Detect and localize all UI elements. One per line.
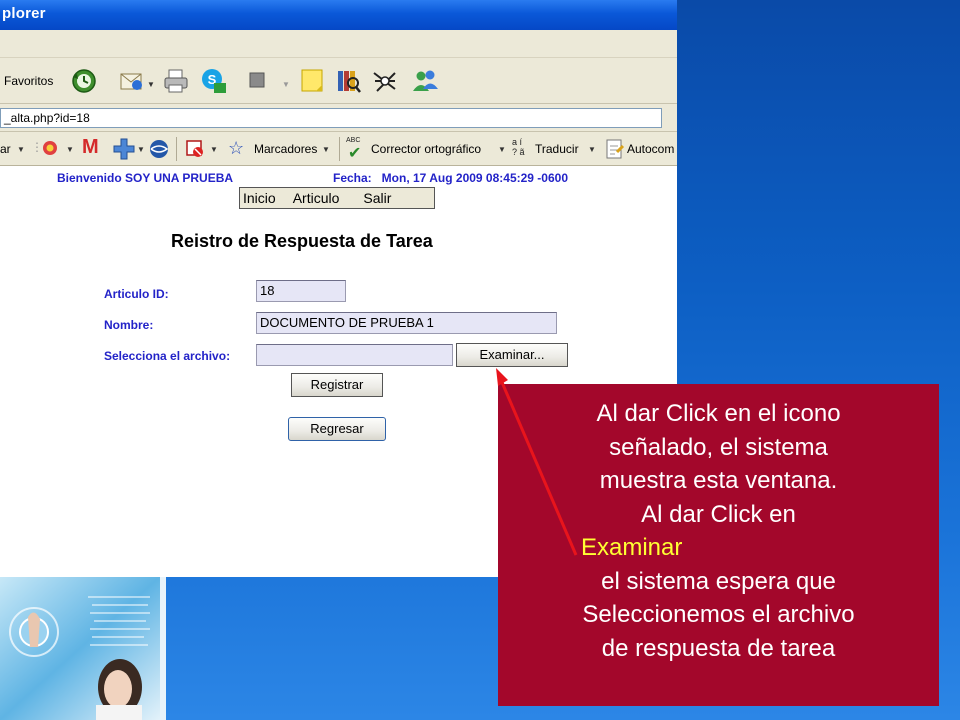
- translate-icon: a í ? ã: [512, 137, 525, 157]
- address-bar: _alta.php?id=18: [0, 104, 677, 132]
- research-icon[interactable]: [335, 67, 361, 93]
- callout-line: Al dar Click en: [641, 500, 796, 528]
- address-input[interactable]: _alta.php?id=18: [0, 108, 662, 128]
- gmail-icon[interactable]: M: [82, 136, 99, 159]
- file-path-input[interactable]: [256, 344, 453, 366]
- google-toolbar: ar ▼ ⋮ ▼ M ▼ ▼ ☆ Marcadores ▼ ABC ✔ Corr…: [0, 132, 677, 166]
- nombre-field[interactable]: DOCUMENTO DE PRUEBA 1: [256, 312, 557, 334]
- translate-button[interactable]: Traducir: [535, 142, 579, 156]
- callout-line: Al dar Click en el icono: [596, 400, 841, 427]
- page-title: Reistro de Respuesta de Tarea: [171, 231, 433, 251]
- browse-button[interactable]: Examinar...: [456, 343, 568, 367]
- articulo-id-field[interactable]: 18: [256, 280, 346, 302]
- globe-icon[interactable]: [148, 138, 170, 160]
- bookmarks-button[interactable]: Marcadores: [254, 142, 317, 156]
- callout-line: Seleccionemos el archivo: [582, 601, 855, 628]
- chevron-down-icon[interactable]: ▼: [17, 145, 25, 154]
- nav-menu: Inicio Articulo Salir: [239, 187, 435, 209]
- print-icon[interactable]: [162, 67, 188, 93]
- callout-box: Al dar Click en el icono señalado, el si…: [498, 384, 939, 706]
- autofill-button[interactable]: Autocom: [627, 142, 674, 156]
- chevron-down-icon[interactable]: ▼: [66, 145, 74, 154]
- chevron-down-icon[interactable]: ▼: [147, 80, 155, 89]
- toolbar-button-cut[interactable]: ar: [0, 142, 11, 156]
- chevron-down-icon[interactable]: ▼: [137, 145, 145, 154]
- history-icon[interactable]: [70, 67, 96, 93]
- lens-icon[interactable]: [40, 138, 62, 160]
- checkmark-icon: ✔: [348, 145, 362, 162]
- back-button[interactable]: Regresar: [288, 417, 386, 441]
- messenger-icon[interactable]: [371, 67, 397, 93]
- photo-border: [160, 577, 166, 720]
- callout-highlight: Examinar: [498, 531, 939, 565]
- toolbar-separator: [176, 137, 177, 161]
- callout-line: señalado, el sistema: [609, 433, 828, 461]
- menu-bar: [0, 30, 677, 58]
- window-titlebar: plorer: [0, 0, 677, 30]
- mail-icon[interactable]: [118, 67, 144, 93]
- chevron-down-icon: ▼: [282, 80, 290, 89]
- spellcheck-button[interactable]: Corrector ortográfico: [371, 142, 481, 156]
- stop-icon[interactable]: [246, 69, 272, 95]
- callout-line: muestra esta ventana.: [599, 467, 838, 494]
- chevron-down-icon[interactable]: ▼: [588, 145, 596, 154]
- date-text: Fecha: Mon, 17 Aug 2009 08:45:29 -0600: [333, 171, 568, 185]
- decorative-photo: [0, 577, 160, 720]
- articulo-id-label: Articulo ID:: [104, 287, 169, 301]
- notes-icon[interactable]: [299, 67, 325, 93]
- users-icon[interactable]: [411, 67, 438, 93]
- skype-icon[interactable]: S: [200, 67, 226, 93]
- callout-line: el sistema espera que: [601, 567, 836, 595]
- favorites-button[interactable]: Favoritos: [4, 74, 53, 88]
- nav-item-inicio[interactable]: Inicio: [243, 190, 276, 206]
- toolbar-separator: [339, 137, 340, 161]
- star-icon[interactable]: ☆: [228, 138, 244, 159]
- chevron-down-icon[interactable]: ▼: [322, 145, 330, 154]
- standard-toolbar: Favoritos ▼ S ▼: [0, 58, 677, 104]
- add-icon[interactable]: [112, 137, 136, 161]
- callout-highlight-text: Examinar: [581, 534, 683, 561]
- nombre-label: Nombre:: [104, 318, 154, 332]
- register-button[interactable]: Registrar: [291, 373, 383, 397]
- chevron-down-icon[interactable]: ▼: [210, 145, 218, 154]
- callout-line: de respuesta de tarea: [601, 634, 836, 662]
- autofill-icon[interactable]: [605, 138, 625, 160]
- window-title: plorer: [2, 5, 46, 22]
- archivo-label: Selecciona el archivo:: [104, 349, 231, 363]
- popup-blocker-icon[interactable]: [184, 138, 206, 160]
- nav-item-salir[interactable]: Salir: [363, 190, 391, 206]
- welcome-text: Bienvenido SOY UNA PRUEBA: [57, 171, 234, 185]
- nav-item-articulo[interactable]: Articulo: [293, 190, 340, 206]
- chevron-down-icon[interactable]: ▼: [498, 145, 506, 154]
